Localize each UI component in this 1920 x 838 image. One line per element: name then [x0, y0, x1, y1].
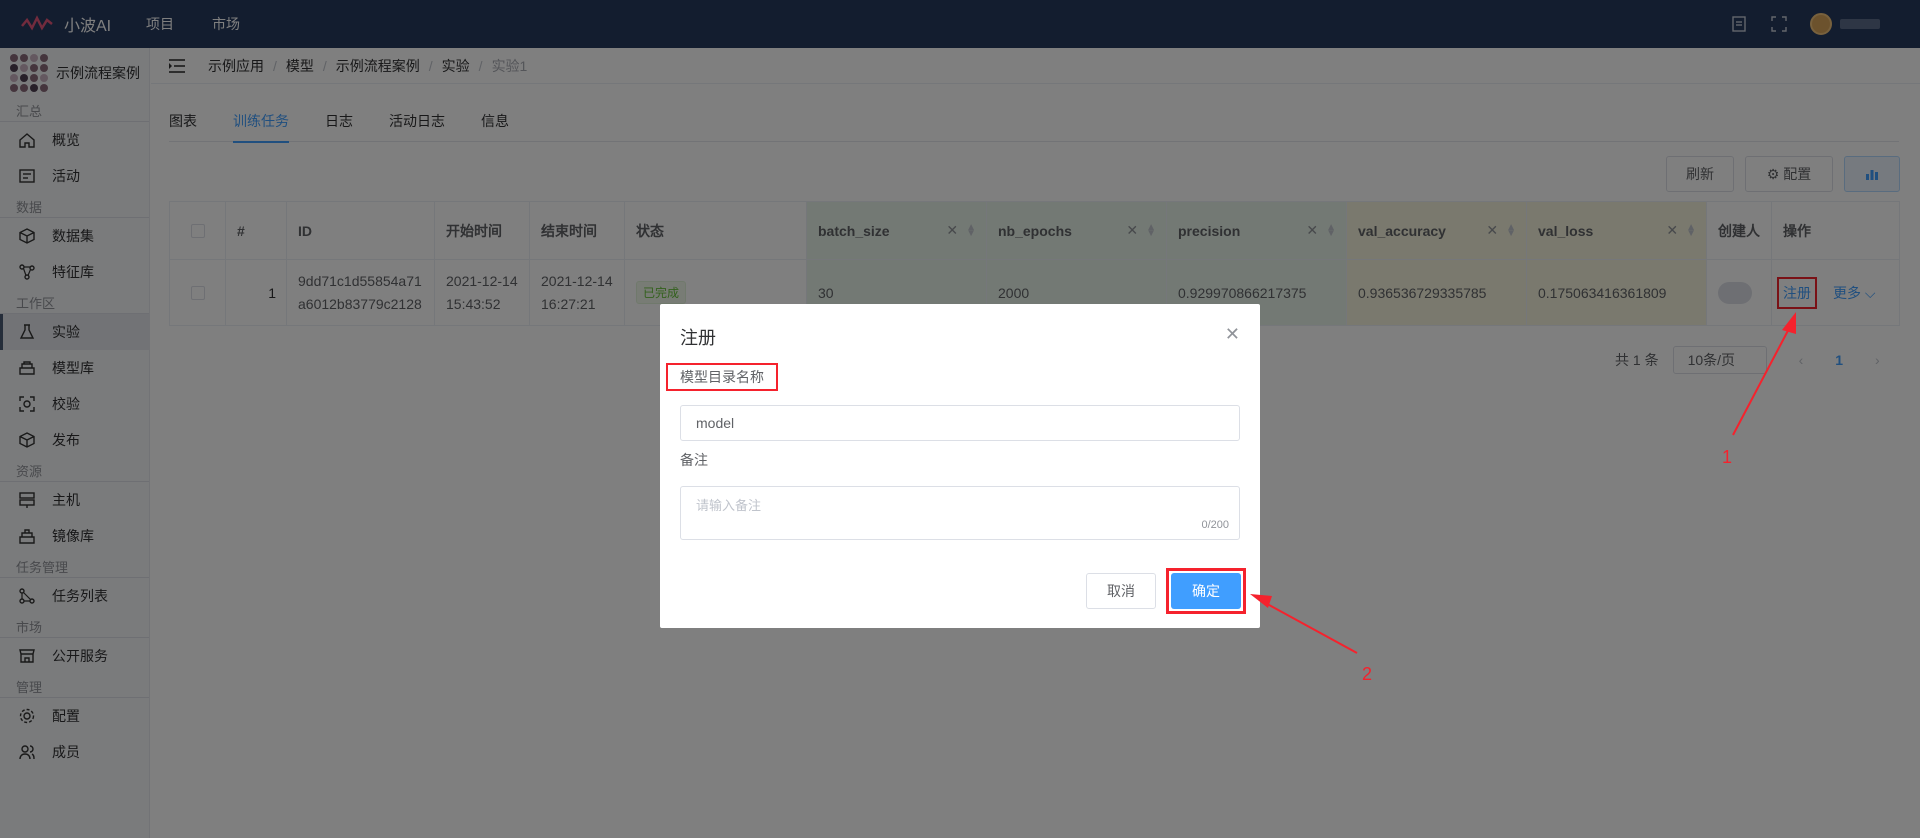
- cancel-button[interactable]: 取消: [1086, 573, 1156, 609]
- model-dir-value: model: [696, 415, 735, 431]
- close-icon[interactable]: ✕: [1225, 324, 1240, 345]
- annotation-step-1: 1: [1722, 447, 1733, 467]
- remark-textarea[interactable]: 请输入备注 0/200: [680, 486, 1240, 540]
- ok-highlight: 确定: [1166, 568, 1246, 614]
- remark-placeholder: 请输入备注: [696, 498, 762, 513]
- model-dir-input[interactable]: model: [680, 405, 1240, 441]
- register-dialog: 注册 ✕ 模型目录名称 model 备注 请输入备注 0/200 取消 确定: [660, 304, 1260, 628]
- model-dir-label: 模型目录名称: [666, 363, 778, 391]
- confirm-button[interactable]: 确定: [1171, 573, 1241, 609]
- remark-label: 备注: [680, 452, 708, 468]
- annotation-step-2: 2: [1362, 664, 1373, 684]
- dialog-title: 注册: [680, 328, 716, 348]
- char-counter: 0/200: [1201, 519, 1229, 531]
